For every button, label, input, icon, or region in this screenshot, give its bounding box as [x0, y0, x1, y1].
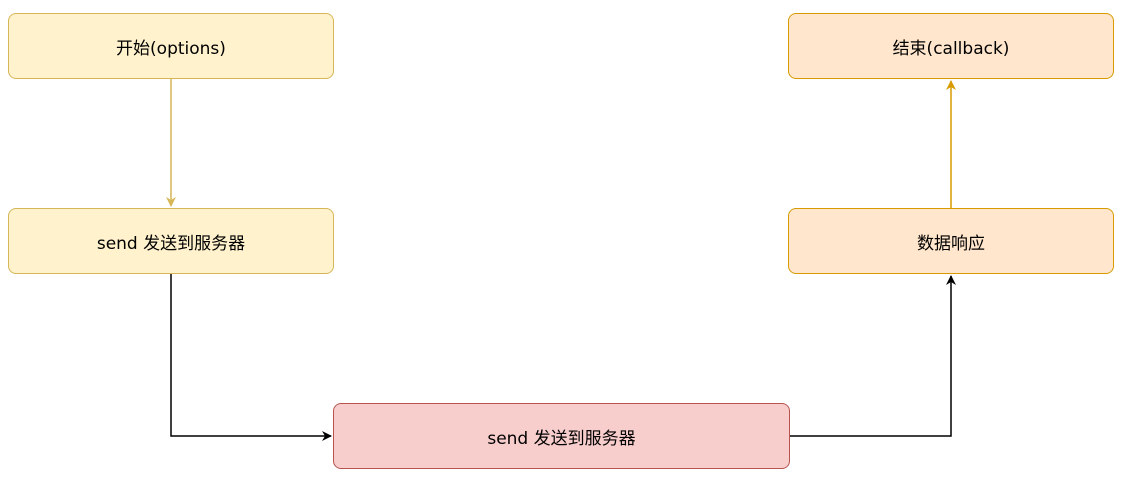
start-node-label: 开始(options)	[116, 38, 226, 59]
send-server-node-label: send 发送到服务器	[487, 428, 636, 449]
response-node-label: 数据响应	[917, 233, 985, 254]
end-node[interactable]: 结束(callback)	[788, 13, 1114, 79]
edge-send-client-to-send-server	[170, 274, 332, 441]
send-client-node[interactable]: send 发送到服务器	[8, 208, 334, 274]
send-client-node-label: send 发送到服务器	[96, 233, 246, 254]
end-node-label: 结束(callback)	[892, 38, 1010, 59]
start-node[interactable]: 开始(options)	[8, 13, 334, 79]
send-server-node[interactable]: send 发送到服务器	[333, 403, 790, 469]
edge-send-server-to-response	[790, 275, 956, 437]
response-node[interactable]: 数据响应	[788, 208, 1114, 274]
flowchart: 开始(options) send 发送到服务器 send 发送到服务器 数据响应…	[0, 0, 1123, 481]
